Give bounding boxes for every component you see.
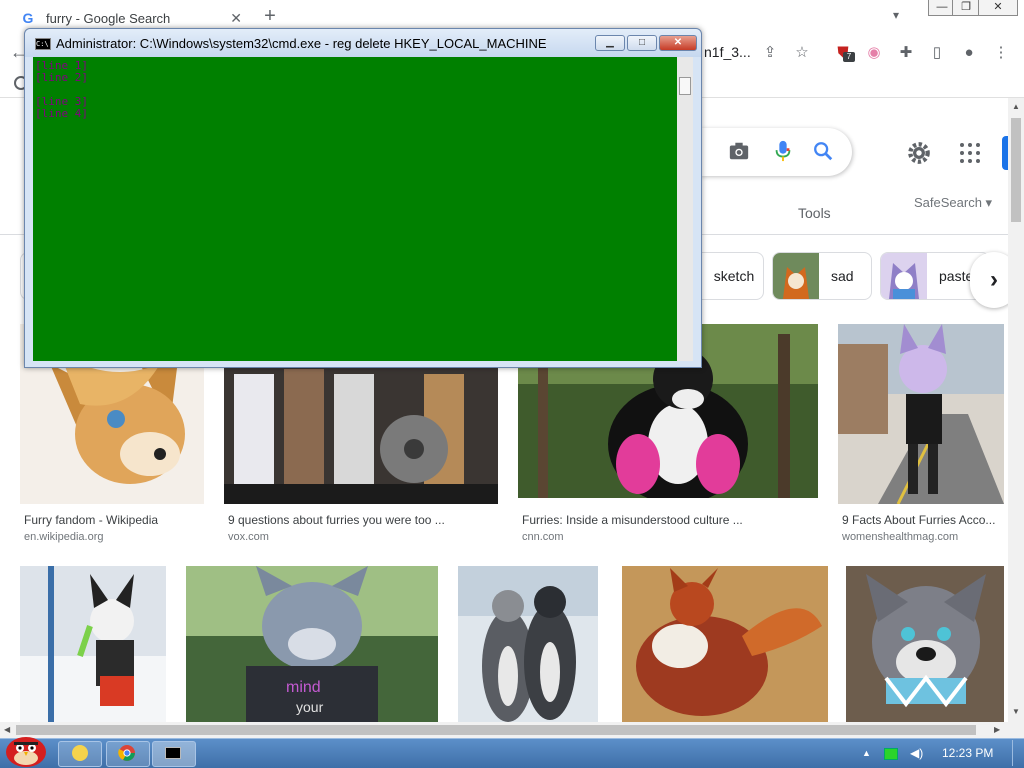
- scroll-right-icon[interactable]: ▶: [994, 725, 1000, 734]
- address-bar-text[interactable]: n1f_3...: [704, 44, 751, 60]
- google-favicon-icon: G: [22, 10, 34, 26]
- svg-text:mind: mind: [286, 679, 321, 696]
- cmd-minimize-button[interactable]: ▁: [595, 35, 625, 51]
- profile-avatar-icon[interactable]: ●: [958, 42, 980, 64]
- console-line: [line 2]: [35, 71, 88, 84]
- cmd-scrollbar[interactable]: [677, 57, 693, 361]
- close-tab-icon[interactable]: ✕: [230, 10, 242, 27]
- network-icon[interactable]: [884, 748, 898, 760]
- google-apps-icon[interactable]: [960, 143, 980, 163]
- result-image: [838, 324, 1004, 504]
- new-tab-button[interactable]: +: [258, 4, 282, 28]
- chrome-icon: [118, 745, 135, 761]
- tab-title: furry - Google Search: [46, 10, 171, 26]
- tools-button[interactable]: Tools: [798, 205, 831, 221]
- extension-badge: 7: [843, 52, 855, 62]
- chrome-menu-icon[interactable]: ⋮: [990, 42, 1012, 64]
- share-icon[interactable]: ⇪: [759, 42, 781, 64]
- result-source: en.wikipedia.org: [24, 531, 104, 543]
- cmd-taskbar-icon: [165, 747, 181, 759]
- cmd-titlebar[interactable]: C:\ Administrator: C:\Windows\system32\c…: [25, 29, 701, 57]
- cmd-maximize-button[interactable]: □: [627, 35, 657, 51]
- show-desktop-button[interactable]: [1012, 740, 1022, 766]
- volume-icon[interactable]: ◀): [910, 746, 923, 760]
- image-result[interactable]: mind your: [186, 566, 438, 722]
- image-result[interactable]: [846, 566, 1004, 722]
- cmd-window-title: Administrator: C:\Windows\system32\cmd.e…: [56, 36, 547, 51]
- chip-thumbnail: [881, 253, 927, 299]
- extensions-puzzle-icon[interactable]: ✚: [895, 42, 917, 64]
- console-line: [line 4]: [35, 107, 88, 120]
- result-title[interactable]: 9 questions about furries you were too .…: [228, 513, 445, 527]
- result-title[interactable]: 9 Facts About Furries Acco...: [842, 513, 995, 527]
- chip-thumbnail: [773, 253, 819, 299]
- start-button-icon[interactable]: [2, 732, 50, 768]
- vertical-scroll-thumb[interactable]: [1011, 118, 1021, 222]
- svg-text:your: your: [296, 699, 324, 715]
- tray-expand-icon[interactable]: ▲: [862, 748, 871, 758]
- close-window-button[interactable]: ✕: [978, 0, 1018, 16]
- result-source: womenshealthmag.com: [842, 531, 959, 543]
- chip-label: paste: [939, 268, 974, 284]
- restore-button[interactable]: ❐: [952, 0, 980, 16]
- side-panel-icon[interactable]: ▯: [926, 42, 948, 64]
- image-result[interactable]: [20, 566, 166, 722]
- search-icon[interactable]: [812, 140, 834, 162]
- cmd-window[interactable]: C:\ Administrator: C:\Windows\system32\c…: [24, 28, 702, 368]
- scroll-up-icon[interactable]: ▲: [1012, 102, 1020, 111]
- chip-label: sketch: [713, 268, 755, 284]
- safesearch-dropdown[interactable]: SafeSearch ▾: [914, 195, 992, 211]
- horizontal-scroll-thumb[interactable]: [16, 725, 976, 735]
- result-source: vox.com: [228, 531, 269, 543]
- settings-gear-icon[interactable]: [906, 140, 932, 166]
- image-result[interactable]: [622, 566, 828, 722]
- cmd-scroll-thumb[interactable]: [679, 77, 691, 95]
- image-result[interactable]: [458, 566, 598, 722]
- result-title[interactable]: Furries: Inside a misunderstood culture …: [522, 513, 743, 527]
- cmd-close-button[interactable]: ✕: [659, 35, 697, 51]
- result-source: cnn.com: [522, 531, 564, 543]
- microphone-icon[interactable]: [774, 140, 792, 162]
- camera-icon[interactable]: [728, 140, 750, 162]
- extension-flag-icon[interactable]: ◉: [863, 42, 885, 64]
- chip-label: sad: [831, 268, 854, 284]
- image-result[interactable]: 9 Facts About Furries Acco... womensheal…: [838, 324, 1008, 548]
- tab-search-icon[interactable]: ▾: [893, 8, 899, 22]
- explorer-icon: [72, 745, 88, 761]
- cmd-app-icon: C:\: [35, 38, 51, 50]
- result-title[interactable]: Furry fandom - Wikipedia: [24, 513, 158, 527]
- scroll-down-icon[interactable]: ▼: [1012, 707, 1020, 716]
- taskbar-clock[interactable]: 12:23 PM: [942, 746, 993, 760]
- cmd-console[interactable]: [33, 57, 677, 361]
- chip-sad[interactable]: sad: [772, 252, 872, 300]
- bookmark-star-icon[interactable]: ☆: [791, 42, 813, 64]
